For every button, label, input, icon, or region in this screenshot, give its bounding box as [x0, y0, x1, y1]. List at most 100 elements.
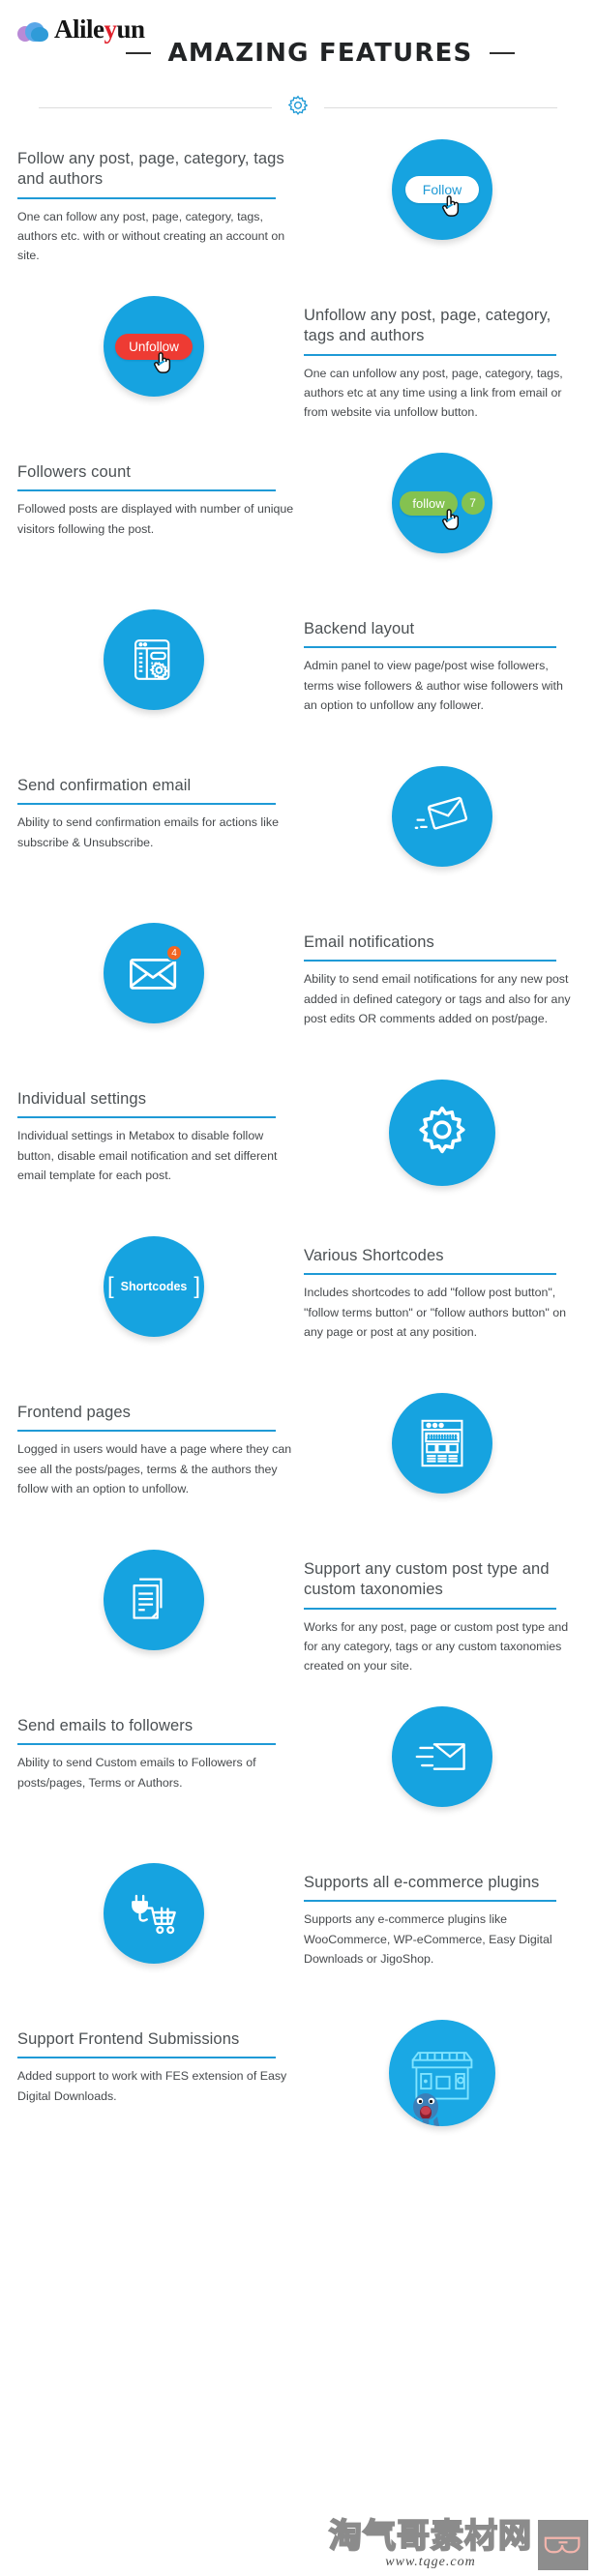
feature-rule [17, 2057, 276, 2059]
feature-icon-col: 4 [17, 919, 290, 1023]
feature-rule [17, 196, 276, 199]
feature-description: Added support to work with FES extension… [17, 2069, 287, 2103]
feature-title: Followers count [17, 463, 132, 481]
plug-cart-icon [104, 1863, 204, 1964]
gear-solid-icon [389, 1080, 495, 1186]
followers-count-badge: 7 [461, 491, 485, 515]
feature-title: Support any custom post type and custom … [304, 1560, 550, 1599]
feature-description: Followed posts are displayed with number… [17, 502, 294, 536]
feature-row: Backend layout Admin panel to view page/… [0, 606, 596, 751]
feature-title: Backend layout [304, 620, 415, 637]
watermark-chinese-text: 淘气哥素材网 [328, 2517, 532, 2556]
feature-title: Email notifications [304, 933, 434, 951]
feature-rule [304, 1273, 557, 1276]
gear-outline-icon [272, 93, 324, 122]
feature-icon-col [306, 762, 579, 867]
feature-description: Ability to send email notifications for … [304, 972, 571, 1025]
brand-bar: Alileyun [0, 0, 596, 43]
glasses-logo-icon [538, 2520, 588, 2570]
feature-text: Followers count Followed posts are displ… [17, 449, 306, 539]
feature-rule [17, 1743, 276, 1746]
feature-rule [304, 1900, 557, 1903]
feature-row: Supports all e-commerce plugins Supports… [0, 1859, 596, 2004]
divider-line-right [324, 106, 557, 108]
feature-text: Support Frontend Submissions Added suppo… [17, 2016, 306, 2106]
title-dash-right [490, 52, 516, 54]
feature-row: Support Frontend Submissions Added suppo… [0, 2016, 596, 2161]
feature-description: Includes shortcodes to add "follow post … [304, 1286, 567, 1339]
notification-count-badge: 4 [165, 944, 183, 962]
brand-name-accent: y [104, 15, 118, 44]
feature-row: Various Shortcodes Includes shortcodes t… [0, 1232, 596, 1377]
feature-text: Send emails to followers Ability to send… [17, 1703, 306, 1792]
feature-row: Send emails to followers Ability to send… [0, 1703, 596, 1848]
feature-description: Admin panel to view page/post wise follo… [304, 659, 563, 712]
flying-envelope-icon [392, 766, 492, 867]
watermark-text: 淘气哥素材网 www.tqge.com [328, 2517, 532, 2570]
bracket-right-icon: ] [194, 1273, 201, 1300]
hand-cursor-icon [442, 195, 460, 217]
bracket-left-icon: [ [106, 1273, 114, 1300]
brand-name-part2: un [116, 15, 146, 44]
feature-text: Backend layout Admin panel to view page/… [290, 606, 579, 715]
mascot-icon [411, 2093, 440, 2126]
feature-row: Support any custom post type and custom … [0, 1546, 596, 1691]
feature-title: Send emails to followers [17, 1717, 194, 1734]
feature-row: Email notifications Ability to send emai… [0, 919, 596, 1064]
feature-icon-col [306, 2016, 579, 2126]
feature-title: Supports all e-commerce plugins [304, 1874, 540, 1891]
feature-text: Supports all e-commerce plugins Supports… [290, 1859, 579, 1969]
feature-rule [304, 1607, 557, 1610]
feature-text: Follow any post, page, category, tags an… [17, 135, 306, 265]
admin-panel-icon [104, 609, 204, 710]
feature-title: Various Shortcodes [304, 1247, 444, 1264]
divider-line-left [39, 106, 272, 108]
brand-name: Alileyun [54, 16, 145, 43]
hand-cursor-icon [154, 352, 171, 373]
page-title: AMAZING FEATURES [167, 39, 473, 68]
feature-icon-col: Follow [306, 135, 579, 240]
feature-rule [17, 489, 276, 492]
unfollow-button-icon[interactable]: Unfollow [104, 296, 204, 397]
feature-list: Follow any post, page, category, tags an… [0, 122, 596, 2161]
feature-row: Unfollow any post, page, category, tags … [0, 292, 596, 437]
hand-cursor-icon [442, 509, 460, 530]
feature-title: Follow any post, page, category, tags an… [17, 150, 284, 189]
feature-row: Individual settings Individual settings … [0, 1076, 596, 1221]
feature-icon-col [306, 1703, 579, 1807]
section-divider [0, 93, 596, 122]
feature-icon-col: follow 7 [306, 449, 579, 553]
feature-text: Email notifications Ability to send emai… [290, 919, 579, 1028]
feature-rule [304, 960, 557, 962]
title-dash-left [125, 52, 151, 54]
feature-icon-col: [ Shortcodes ] [17, 1232, 290, 1337]
feature-text: Various Shortcodes Includes shortcodes t… [290, 1232, 579, 1342]
feature-title: Individual settings [17, 1090, 147, 1108]
brand-name-part1: Alile [54, 15, 104, 44]
feature-description: One can follow any post, page, category,… [17, 209, 285, 263]
feature-row: Followers count Followed posts are displ… [0, 449, 596, 594]
shortcodes-brackets-icon: [ Shortcodes ] [104, 1236, 204, 1337]
feature-rule [304, 646, 557, 649]
feature-title: Send confirmation email [17, 777, 192, 794]
documents-stack-icon [104, 1550, 204, 1650]
send-email-icon [392, 1706, 492, 1807]
feature-text: Send confirmation email Ability to send … [17, 762, 306, 852]
feature-icon-col [17, 1546, 290, 1650]
feature-description: Ability to send Custom emails to Followe… [17, 1756, 256, 1790]
feature-title: Unfollow any post, page, category, tags … [304, 307, 551, 345]
watermark-url: www.tqge.com [385, 2555, 476, 2569]
follow-button-icon[interactable]: Follow [392, 139, 492, 240]
feature-description: Logged in users would have a page where … [17, 1442, 292, 1495]
feature-icon-col: Unfollow [17, 292, 290, 397]
feature-text: Unfollow any post, page, category, tags … [290, 292, 579, 422]
shortcodes-label-group: [ Shortcodes ] [106, 1273, 201, 1300]
feature-description: Individual settings in Metabox to disabl… [17, 1129, 278, 1182]
feature-icon-col [306, 1389, 579, 1494]
follow-count-icon[interactable]: follow 7 [392, 453, 492, 553]
feature-text: Support any custom post type and custom … [290, 1546, 579, 1675]
feature-row: Send confirmation email Ability to send … [0, 762, 596, 907]
cloud-logo-icon [17, 21, 50, 43]
webpage-layout-icon [392, 1393, 492, 1494]
feature-row: Follow any post, page, category, tags an… [0, 135, 596, 281]
